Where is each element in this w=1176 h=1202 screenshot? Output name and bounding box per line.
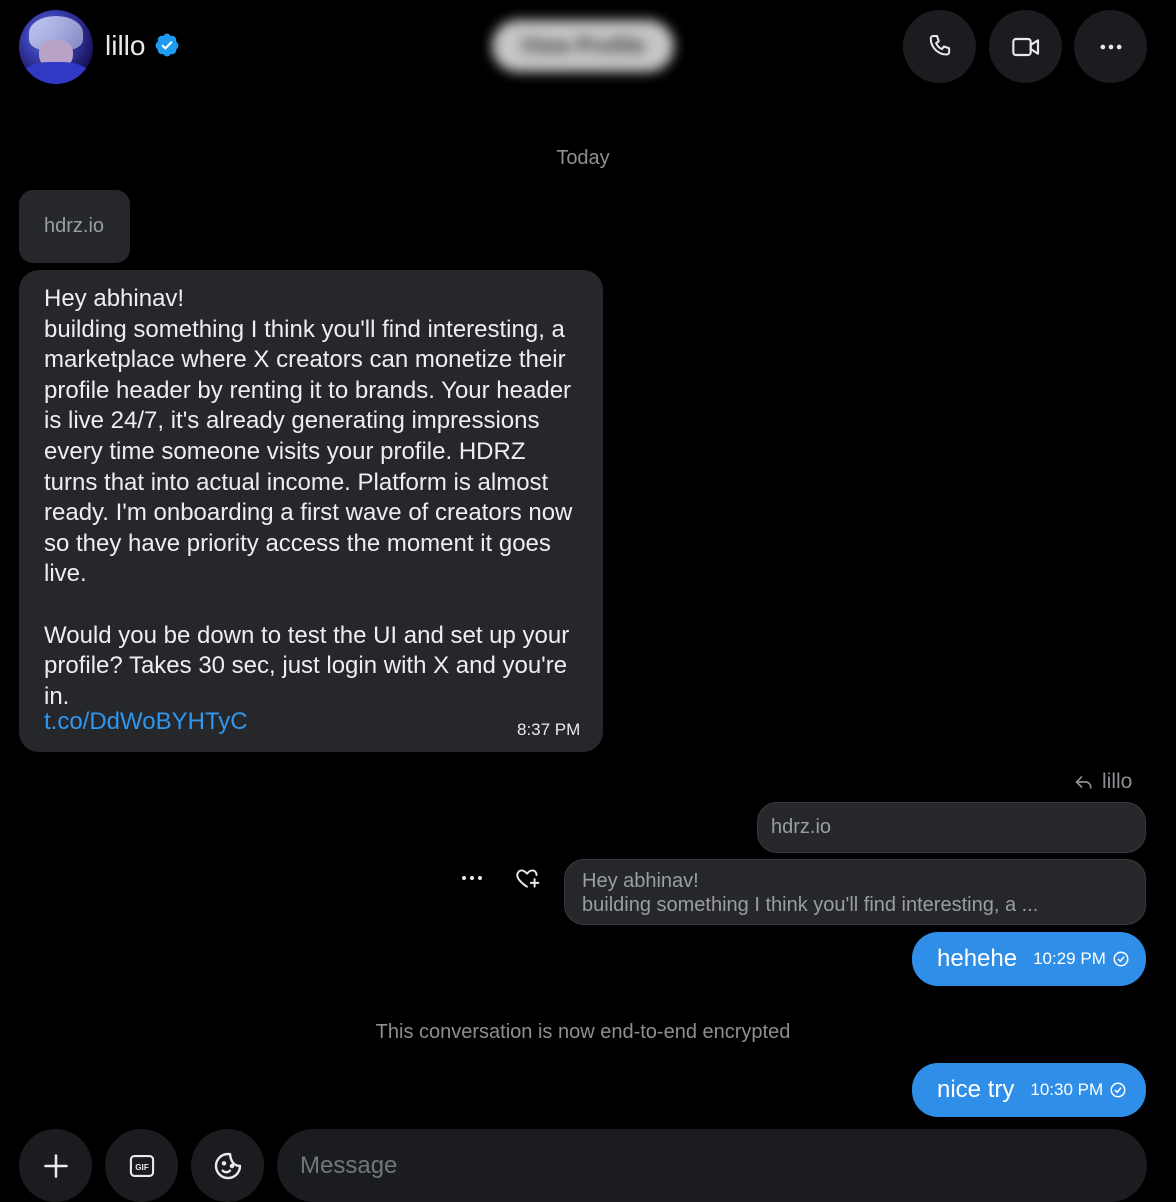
gif-button[interactable]: GIF xyxy=(105,1129,178,1202)
sent-check-icon xyxy=(1110,1082,1126,1098)
conversation-username[interactable]: lillo xyxy=(105,28,145,64)
incoming-message-bubble[interactable]: Hey abhinav! building something I think … xyxy=(19,270,603,752)
plus-icon xyxy=(43,1153,68,1178)
reply-link-preview[interactable]: hdrz.io xyxy=(757,802,1146,853)
react-heart-plus-icon[interactable] xyxy=(514,865,540,891)
sticker-button[interactable] xyxy=(191,1129,264,1202)
reply-indicator: lillo xyxy=(1074,770,1132,794)
video-icon xyxy=(1011,37,1039,56)
video-call-button[interactable] xyxy=(989,10,1062,83)
sent-check-icon xyxy=(1113,951,1129,967)
verified-badge-icon xyxy=(155,33,179,57)
outgoing-message[interactable]: hehehe 10:29 PM xyxy=(912,932,1146,986)
more-icon xyxy=(1100,44,1121,49)
quoted-message[interactable]: Hey abhinav! building something I think … xyxy=(564,859,1146,925)
outgoing-message-time: 10:29 PM xyxy=(1033,949,1106,968)
incoming-message-text: Hey abhinav! building something I think … xyxy=(44,285,573,710)
reply-arrow-icon xyxy=(1075,776,1092,789)
avatar[interactable] xyxy=(19,10,93,84)
date-separator: Today xyxy=(556,147,610,169)
gif-icon-label: GIF xyxy=(135,1163,149,1172)
outgoing-message[interactable]: nice try 10:30 PM xyxy=(912,1063,1146,1117)
call-button[interactable] xyxy=(903,10,976,83)
incoming-message-link[interactable]: t.co/DdWoBYHTyC xyxy=(44,708,248,736)
outgoing-message-text: hehehe xyxy=(937,945,1018,972)
add-attachment-button[interactable] xyxy=(19,1129,92,1202)
encryption-notice: This conversation is now end-to-end encr… xyxy=(375,1021,791,1043)
gif-icon: GIF xyxy=(129,1154,154,1177)
incoming-message-time: 8:37 PM xyxy=(517,720,581,739)
sticker-icon xyxy=(214,1152,241,1179)
quoted-line-2: building something I think you'll find i… xyxy=(582,894,1039,916)
message-input[interactable] xyxy=(277,1129,1147,1202)
view-profile-button[interactable]: View Profile xyxy=(492,20,674,72)
outgoing-message-time: 10:30 PM xyxy=(1030,1080,1104,1099)
message-more-icon[interactable] xyxy=(460,866,484,890)
more-options-button[interactable] xyxy=(1074,10,1147,83)
incoming-link-preview[interactable]: hdrz.io xyxy=(19,190,130,263)
outgoing-message-text: nice try xyxy=(937,1076,1015,1103)
quoted-line-1: Hey abhinav! xyxy=(582,870,699,892)
reply-to-name: lillo xyxy=(1102,770,1133,793)
phone-icon xyxy=(929,34,950,55)
